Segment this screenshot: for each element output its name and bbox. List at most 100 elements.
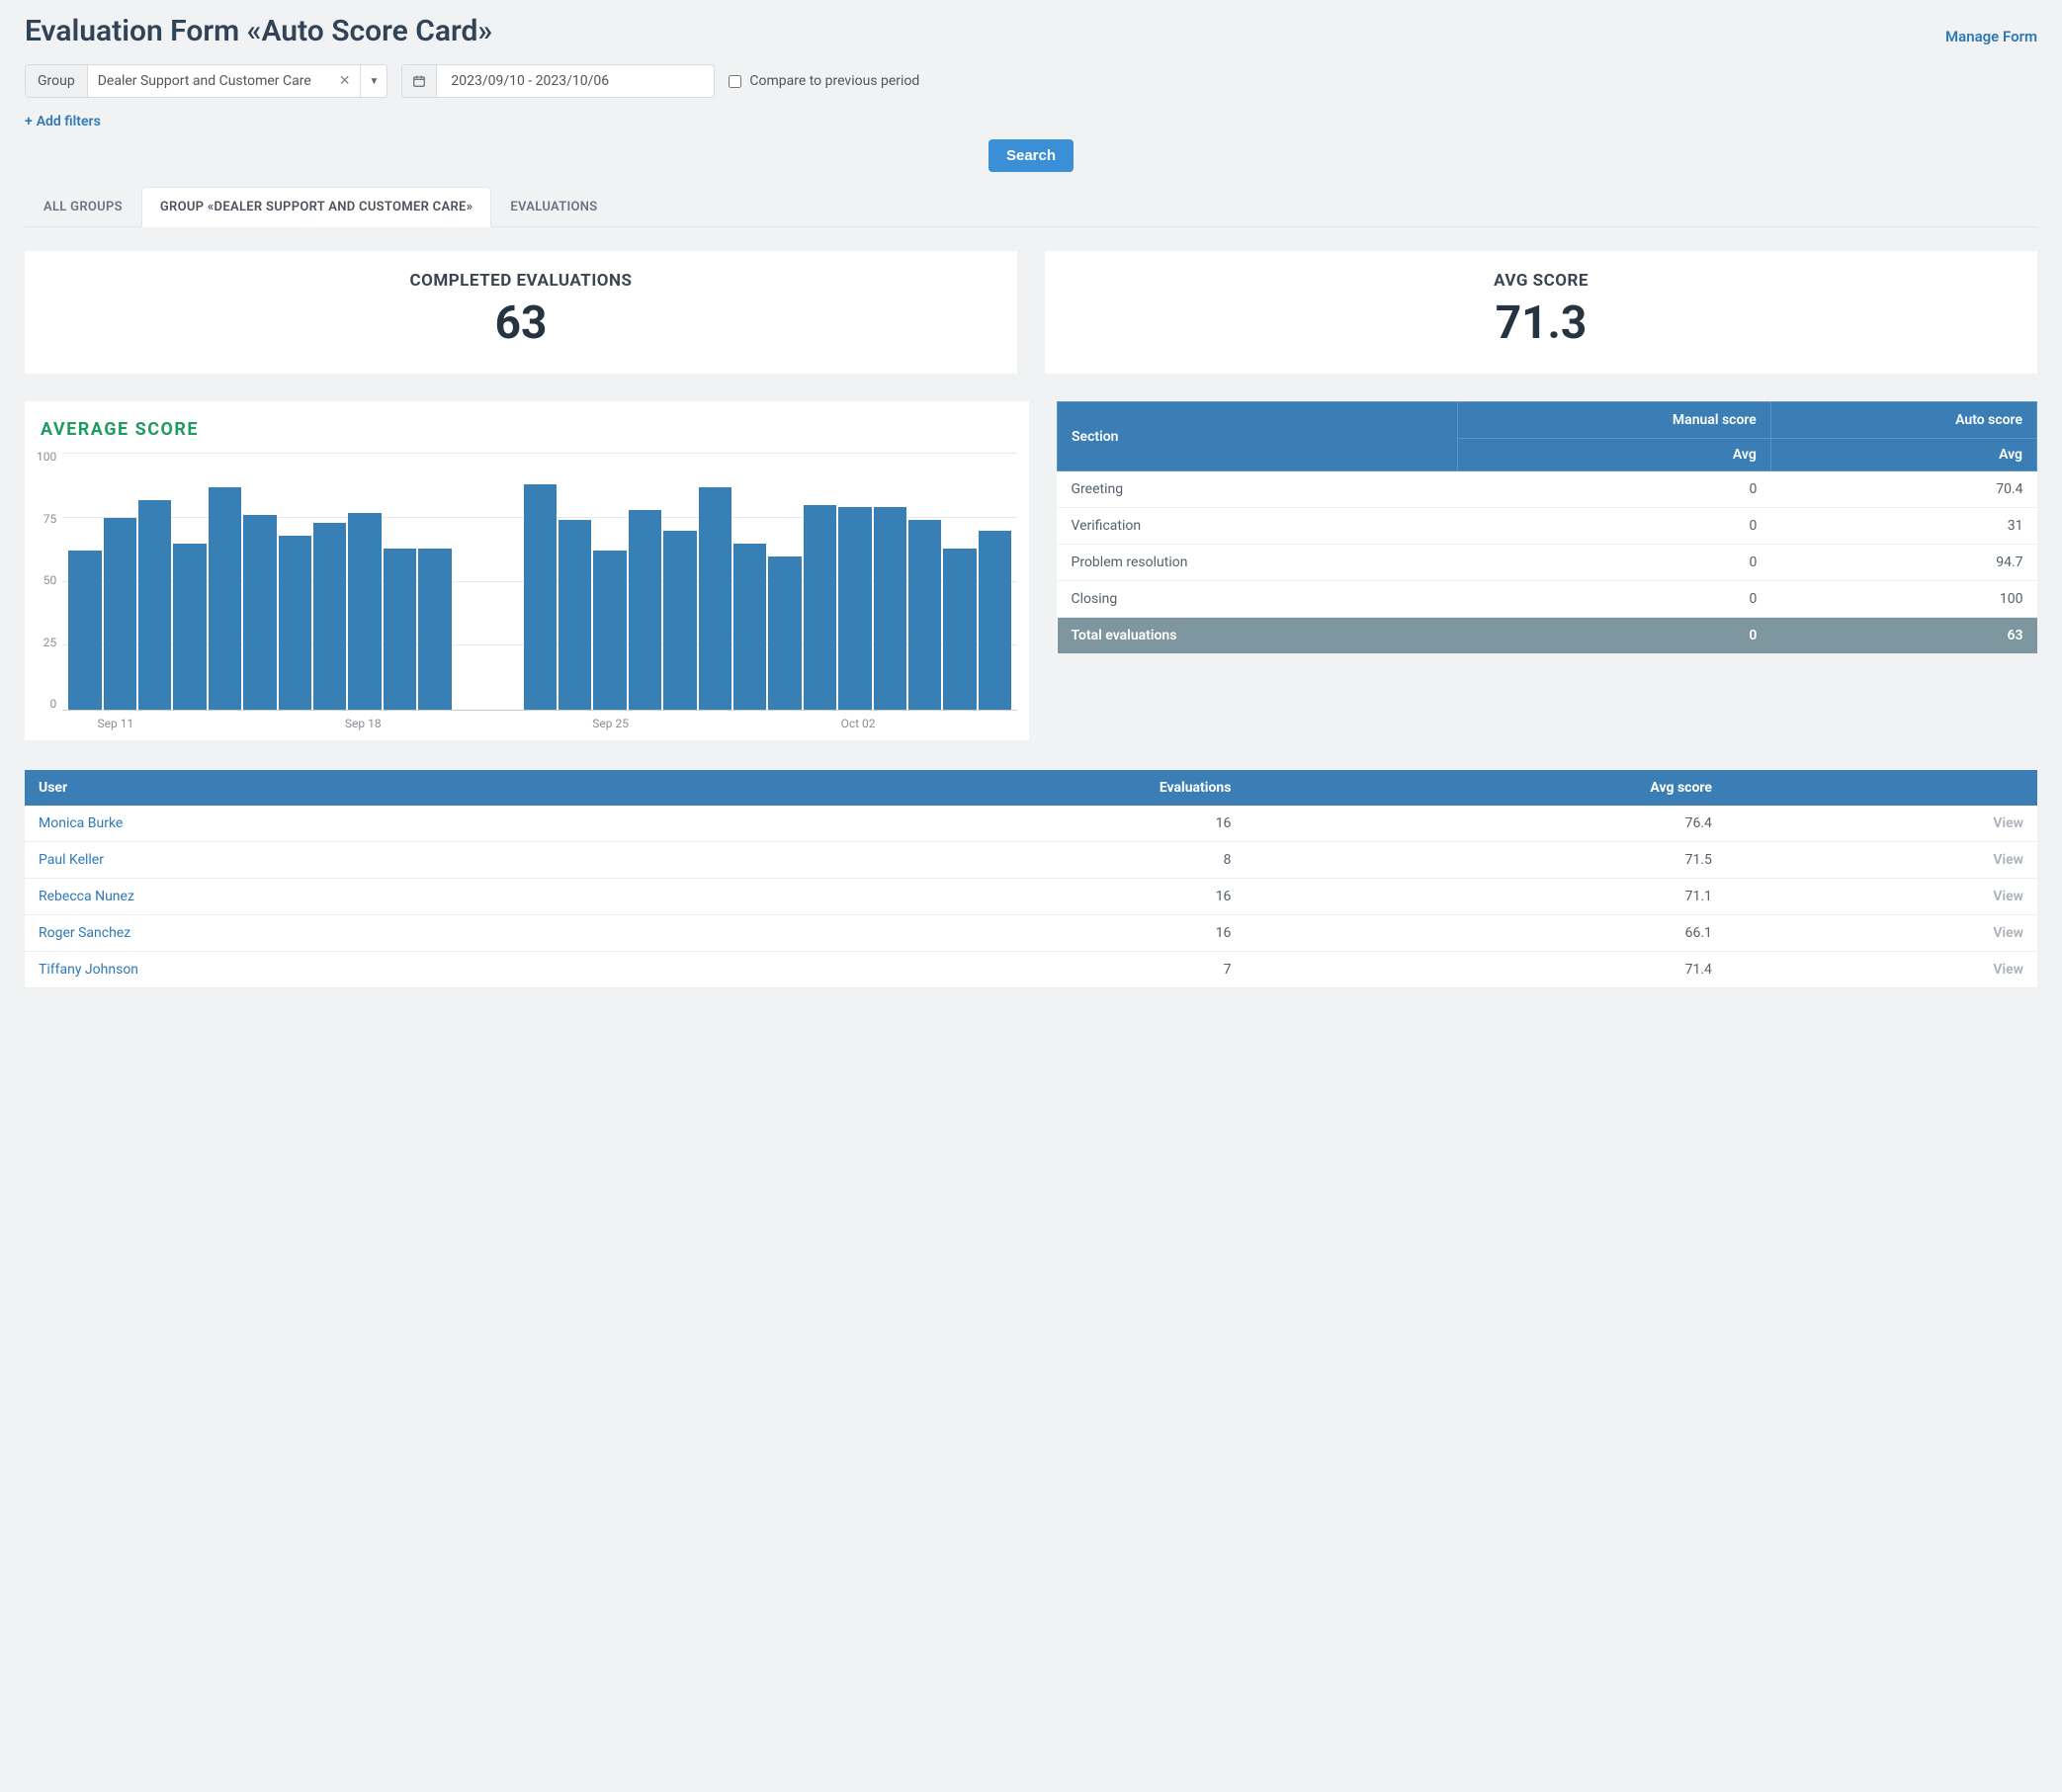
chart-bar [979,531,1011,710]
chart-bar [138,500,171,710]
chart-bar [804,505,836,710]
chart-bar [418,549,451,710]
chevron-down-icon[interactable]: ▼ [360,65,387,97]
chart-bar [524,484,557,710]
completed-evaluations-card: COMPLETED EVALUATIONS 63 [25,251,1017,374]
col-evaluations: Evaluations [711,770,1246,806]
chart-bar [663,531,696,710]
manual-avg: 0 [1458,471,1770,508]
view-link[interactable]: View [1993,815,2023,831]
user-score-table: User Evaluations Avg score Monica Burke1… [25,770,2037,988]
user-link[interactable]: Paul Keller [39,852,104,868]
chart-title: AVERAGE SCORE [37,419,1017,440]
clear-icon[interactable]: ✕ [329,65,361,97]
chart-bar [733,544,766,710]
compare-checkbox-input[interactable] [729,75,741,88]
user-avg: 71.5 [1245,842,1725,879]
add-filters-link[interactable]: + Add filters [25,114,101,129]
user-link[interactable]: Roger Sanchez [39,925,130,941]
date-range-picker[interactable]: 2023/09/10 - 2023/10/06 [401,64,715,98]
chart-bar [874,507,906,710]
col-auto-avg: Avg [1770,439,2036,471]
col-manual: Manual score [1458,402,1770,439]
col-avg-score: Avg score [1245,770,1725,806]
chart-bar [768,556,801,710]
table-row: Roger Sanchez 1666.1 View [25,915,2037,952]
auto-avg: 31 [1770,508,2036,545]
table-row: Problem resolution094.7 [1058,545,2037,581]
user-avg: 76.4 [1245,806,1725,842]
table-row: Closing0100 [1058,581,2037,618]
total-row: Total evaluations063 [1058,618,2037,654]
plus-icon: + [25,114,33,129]
user-evals: 8 [711,842,1246,879]
section-name: Closing [1058,581,1458,618]
chart-bar [593,551,626,710]
auto-avg: 94.7 [1770,545,2036,581]
chart-bar [68,551,101,710]
completed-value: 63 [44,297,997,350]
view-link[interactable]: View [1993,925,2023,941]
user-link[interactable]: Tiffany Johnson [39,962,138,978]
chart-bar [104,518,136,710]
chart-bar [908,520,941,710]
chart-bar [279,536,311,710]
table-row: Monica Burke 1676.4 View [25,806,2037,842]
table-row: Verification031 [1058,508,2037,545]
view-link[interactable]: View [1993,962,2023,978]
calendar-icon [402,65,437,97]
tab-eval[interactable]: EVALUATIONS [491,187,616,227]
user-link[interactable]: Monica Burke [39,815,123,831]
chart-bar [313,523,346,710]
table-row: Greeting070.4 [1058,471,2037,508]
section-score-table: Section Manual score Auto score Avg Avg … [1057,401,2037,654]
col-manual-avg: Avg [1458,439,1770,471]
view-link[interactable]: View [1993,889,2023,904]
manual-avg: 0 [1458,508,1770,545]
manual-avg: 0 [1458,545,1770,581]
manage-form-link[interactable]: Manage Form [1945,28,2037,45]
total-manual: 0 [1458,618,1770,654]
user-evals: 16 [711,806,1246,842]
chart-bar [629,510,661,710]
avg-score-card: AVG SCORE 71.3 [1045,251,2037,374]
col-view [1726,770,2037,806]
chart-bar [348,513,381,710]
group-filter-label: Group [26,65,88,97]
compare-period-checkbox[interactable]: Compare to previous period [729,73,919,89]
manual-avg: 0 [1458,581,1770,618]
auto-avg: 70.4 [1770,471,2036,508]
y-tick: 0 [49,697,56,711]
total-label: Total evaluations [1058,618,1458,654]
chart-bar [943,549,976,710]
table-row: Rebecca Nunez1671.1View [25,879,2037,915]
tab-group[interactable]: GROUP «DEALER SUPPORT AND CUSTOMER CARE» [141,187,492,227]
y-tick: 50 [43,573,57,587]
chart-bar [699,487,731,710]
compare-checkbox-label: Compare to previous period [749,73,919,89]
table-row: Tiffany Johnson771.4View [25,952,2037,988]
user-evals: 16 [711,915,1246,952]
average-score-chart: AVERAGE SCORE 1007550250 Sep 11Sep 18Sep… [25,401,1029,740]
user-link[interactable]: Rebecca Nunez [39,889,134,904]
view-link[interactable]: View [1993,852,2023,868]
x-tick: Sep 11 [98,717,134,730]
chart-bar [558,520,591,710]
chart-bar [243,515,276,710]
y-tick: 75 [43,512,57,526]
x-tick: Sep 18 [345,717,382,730]
tab-all[interactable]: ALL GROUPS [25,187,141,227]
search-button[interactable]: Search [988,139,1074,172]
user-evals: 16 [711,879,1246,915]
user-avg: 66.1 [1245,915,1725,952]
avg-score-value: 71.3 [1065,297,2018,350]
group-filter-value: Dealer Support and Customer Care [88,65,329,97]
completed-label: COMPLETED EVALUATIONS [44,271,997,291]
group-filter[interactable]: Group Dealer Support and Customer Care ✕… [25,64,387,98]
total-auto: 63 [1770,618,2036,654]
chart-bar [209,487,241,710]
avg-score-label: AVG SCORE [1065,271,2018,291]
page-title: Evaluation Form «Auto Score Card» [25,14,492,48]
auto-avg: 100 [1770,581,2036,618]
section-name: Verification [1058,508,1458,545]
